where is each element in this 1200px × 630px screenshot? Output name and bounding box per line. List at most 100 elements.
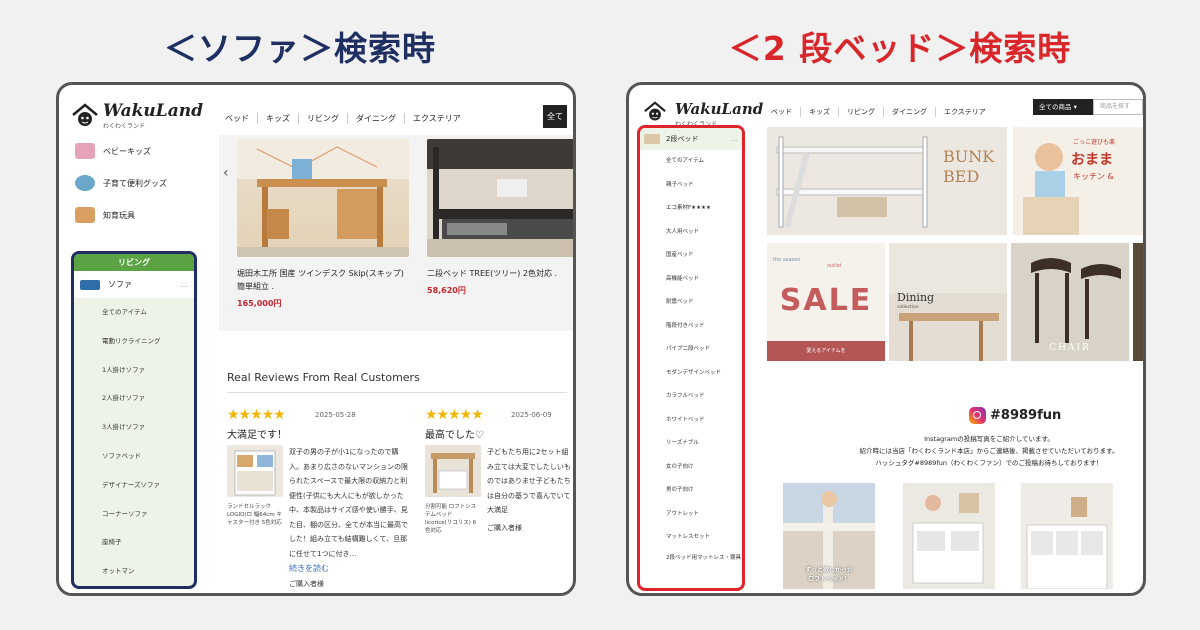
living-header: リビング: [74, 254, 194, 271]
bed-sub-item[interactable]: 2段ベッド用マットレス・寝具: [640, 550, 742, 580]
sofa-sub-item[interactable]: 1人掛けソファ: [74, 356, 194, 385]
read-more-link[interactable]: 続きを読む: [289, 563, 329, 574]
sofa-category[interactable]: ソファ …: [74, 271, 194, 298]
nav-bed[interactable]: ベッド: [217, 113, 257, 124]
bed-sub-item[interactable]: エコ素材F★★★★: [640, 197, 742, 221]
right-heading: ＜2 段ベッド＞検索時: [728, 29, 1072, 68]
review-product-caption[interactable]: 分割可能 ロフトシステムベッド licorice(リコリス) 6色対応: [425, 503, 481, 535]
dining-subtext: collection: [897, 305, 919, 310]
logo[interactable]: WakuLandわくわくランド: [643, 99, 763, 128]
dining-banner[interactable]: Dining collection: [889, 243, 1007, 361]
main-nav: ベッド キッズ リビング ダイニング エクステリア: [217, 113, 469, 124]
chevron-left-icon[interactable]: ‹: [223, 165, 229, 181]
product-card[interactable]: 二段ベッド TREE(ツリー) 2色対応 . 58,620円: [427, 139, 573, 296]
left-heading: ＜ソファ＞検索時: [164, 29, 436, 68]
bed-sub-item[interactable]: 国産ベッド: [640, 244, 742, 268]
sale-note: 愛えるアイテムを: [767, 341, 885, 361]
nav-living[interactable]: リビング: [838, 107, 883, 117]
nav-kids[interactable]: キッズ: [257, 113, 298, 124]
product-carousel: ‹ 堀田木工所 国産 ツインデスク Skip(スキップ) 簡単組立 . 165,…: [219, 135, 573, 331]
review-thumbnail[interactable]: [227, 445, 283, 497]
bunk-text-1: BUNK: [943, 147, 995, 166]
sale-banner[interactable]: the season outlet SALE 愛えるアイテムを: [767, 243, 885, 361]
chair-banner[interactable]: CHAIR: [1011, 243, 1129, 361]
reviews-title: Real Reviews From Real Customers: [227, 371, 420, 384]
sidebar-item-childcare[interactable]: 子育て便利グッズ: [75, 175, 167, 191]
product-image: [237, 139, 409, 257]
bed-sub-item[interactable]: 高機能ベッド: [640, 268, 742, 292]
kitchen-text-2: おまま: [1071, 152, 1113, 168]
sofa-sub-item[interactable]: ソファベッド: [74, 442, 194, 471]
bed-sub-item[interactable]: アウトレット: [640, 503, 742, 527]
nav-exterior[interactable]: エクステリア: [935, 107, 994, 117]
nav-living[interactable]: リビング: [298, 113, 347, 124]
nav-dining[interactable]: ダイニング: [883, 107, 935, 117]
sidebar-item-baby-kids[interactable]: ベビーキッズ: [75, 143, 151, 159]
bed-sub-item[interactable]: パイプ二段ベッド: [640, 338, 742, 362]
product-price: 165,000円: [237, 299, 282, 308]
sidebar-item-toys[interactable]: 知育玩具: [75, 207, 135, 223]
review-body: 双子の男の子が小1になったので購入。あまり広さのないマンションの限られたスペース…: [289, 448, 408, 558]
product-name: 二段ベッド TREE(ツリー) 2色対応 .: [427, 269, 558, 278]
review-headline: 最高でした♡: [425, 430, 484, 441]
bunk-bed-banner[interactable]: BUNK BED: [767, 127, 1007, 235]
banner-edge: [1133, 243, 1143, 361]
instagram-photo-caption: ずっと欲しかった ロフトベッド！: [804, 567, 853, 583]
nav-dining[interactable]: ダイニング: [347, 113, 404, 124]
bunk-bed-category[interactable]: 2段ベッド …: [640, 128, 742, 150]
reviewer-label: ご購入者様: [289, 580, 324, 588]
kitchen-banner[interactable]: ごっこ遊びも楽 おまま キッチン &: [1013, 127, 1143, 235]
house-kid-logo-icon: [71, 102, 99, 129]
logo[interactable]: WakuLandわくわくランド: [71, 101, 203, 130]
sale-text: SALE: [779, 283, 873, 318]
instagram-photo[interactable]: [1021, 483, 1113, 590]
bed-sub-item[interactable]: 全てのアイテム: [640, 150, 742, 174]
sofa-search-screenshot: WakuLand わくわくランド ベッド キッズ リビング ダイニング エクステリ…: [56, 82, 576, 596]
nav-kids[interactable]: キッズ: [800, 107, 838, 117]
more-icon[interactable]: …: [731, 135, 738, 143]
bed-sub-item[interactable]: マットレスセット: [640, 526, 742, 550]
review-card: ★★★★★ 2025-06-09 最高でした♡ 分割可能 ロフトシステムベッド …: [425, 407, 573, 593]
sofa-sub-item[interactable]: 座椅子: [74, 528, 194, 557]
search-input[interactable]: 商品を探す: [1093, 99, 1143, 115]
living-category-menu: リビング ソファ … 全てのアイテム 電動リクライニング 1人掛けソファ 2人掛…: [71, 251, 197, 589]
star-rating: ★★★★★: [227, 407, 286, 423]
product-card[interactable]: 堀田木工所 国産 ツインデスク Skip(スキップ) 簡単組立 . 165,00…: [237, 139, 409, 309]
bunk-bed-category-menu: 2段ベッド … 全てのアイテム 親子ベッド エコ素材F★★★★ 大人用ベッド 国…: [637, 125, 745, 591]
bed-sub-item[interactable]: 階段付きベッド: [640, 315, 742, 339]
bunk-text-2: BED: [943, 167, 980, 186]
dining-text: Dining: [897, 291, 935, 304]
category-select[interactable]: 全ての商品 ▾: [1033, 99, 1093, 115]
bed-sub-item[interactable]: ホワイトベッド: [640, 409, 742, 433]
nav-exterior[interactable]: エクステリア: [404, 113, 469, 124]
bed-sub-item[interactable]: 耐震ベッド: [640, 291, 742, 315]
bed-sub-item[interactable]: 男の子向け: [640, 479, 742, 503]
sale-top-text: the season: [773, 257, 801, 263]
main-nav: ベッド キッズ リビング ダイニング エクステリア: [763, 107, 994, 117]
hashtag-text: #8989fun: [990, 408, 1062, 423]
bed-sub-item[interactable]: 女の子向け: [640, 456, 742, 480]
sidebar-item-label: 知育玩具: [103, 210, 135, 220]
category-select-label: 全ての商品: [1039, 103, 1072, 111]
bed-sub-item[interactable]: カラフルベッド: [640, 385, 742, 409]
all-products-button[interactable]: 全て: [543, 105, 567, 128]
more-icon[interactable]: …: [180, 280, 188, 289]
childcare-icon: [75, 175, 95, 191]
bed-sub-item[interactable]: リーズナブル: [640, 432, 742, 456]
instagram-icon[interactable]: [969, 407, 986, 424]
sofa-sub-item[interactable]: デザイナーズソファ: [74, 471, 194, 500]
bed-sub-item[interactable]: モダンデザインベッド: [640, 362, 742, 386]
sofa-sub-item[interactable]: 電動リクライニング: [74, 327, 194, 356]
bed-sub-item[interactable]: 親子ベッド: [640, 174, 742, 198]
sofa-sub-item[interactable]: 2人掛けソファ: [74, 384, 194, 413]
review-thumbnail[interactable]: [425, 445, 481, 497]
sofa-sub-item[interactable]: 全てのアイテム: [74, 298, 194, 327]
sofa-sub-item[interactable]: 3人掛けソファ: [74, 413, 194, 442]
instagram-photo[interactable]: [903, 483, 995, 589]
bed-sub-item[interactable]: 大人用ベッド: [640, 221, 742, 245]
instagram-photo[interactable]: ずっと欲しかった ロフトベッド！: [783, 483, 875, 589]
nav-bed[interactable]: ベッド: [763, 107, 800, 117]
review-product-caption[interactable]: ランドセルラック LOGIO(ロ 幅64cm キャスター付き 5色対応: [227, 503, 283, 527]
sofa-sub-item[interactable]: コーナーソファ: [74, 500, 194, 529]
sofa-sub-item[interactable]: オットマン: [74, 557, 194, 586]
